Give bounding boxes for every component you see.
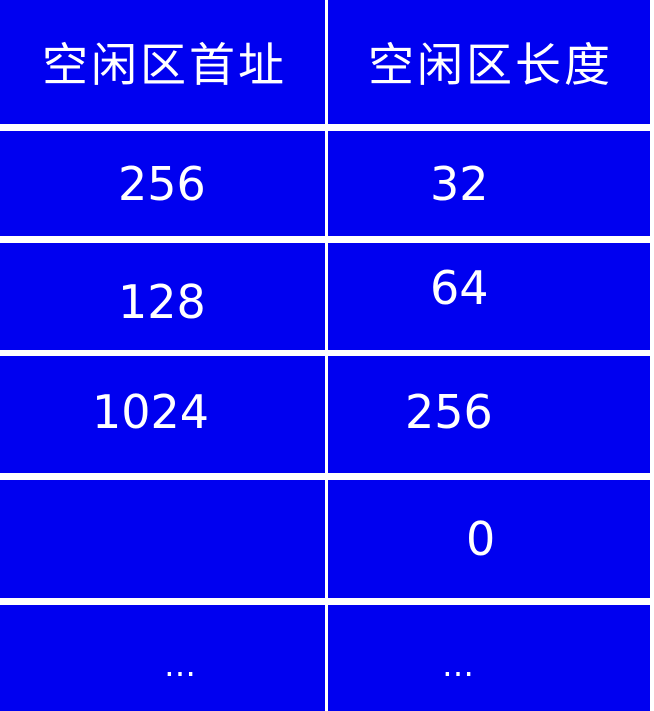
cell-value: … — [164, 646, 196, 684]
table-row-5-length: … — [328, 605, 650, 711]
cell-value: … — [442, 646, 474, 684]
table-row-5-start-address: … — [0, 605, 325, 711]
cell-value: 0 — [466, 512, 496, 566]
header-length-label: 空闲区长度 — [368, 38, 613, 92]
table-row-4-length: 0 — [328, 480, 650, 598]
cell-value: 128 — [118, 274, 206, 329]
cell-value: 32 — [430, 156, 489, 211]
table-row-3-length: 256 — [328, 356, 650, 473]
table-row-2-length: 64 — [328, 243, 650, 350]
header-length: 空闲区长度 — [328, 0, 650, 124]
free-area-table: 空闲区首址 空闲区长度 256 32 128 64 1024 256 0 … … — [0, 0, 654, 711]
table-row-4-start-address — [0, 480, 325, 598]
table-row-1-length: 32 — [328, 131, 650, 236]
cell-value: 256 — [405, 384, 493, 439]
header-start-address: 空闲区首址 — [0, 0, 325, 124]
table-row-3-start-address: 1024 — [0, 356, 325, 473]
table-row-1-start-address: 256 — [0, 131, 325, 236]
table-row-2-start-address: 128 — [0, 243, 325, 350]
header-start-address-label: 空闲区首址 — [42, 38, 287, 92]
cell-value: 1024 — [92, 384, 210, 439]
cell-value: 256 — [118, 156, 206, 211]
cell-value: 64 — [430, 260, 489, 315]
